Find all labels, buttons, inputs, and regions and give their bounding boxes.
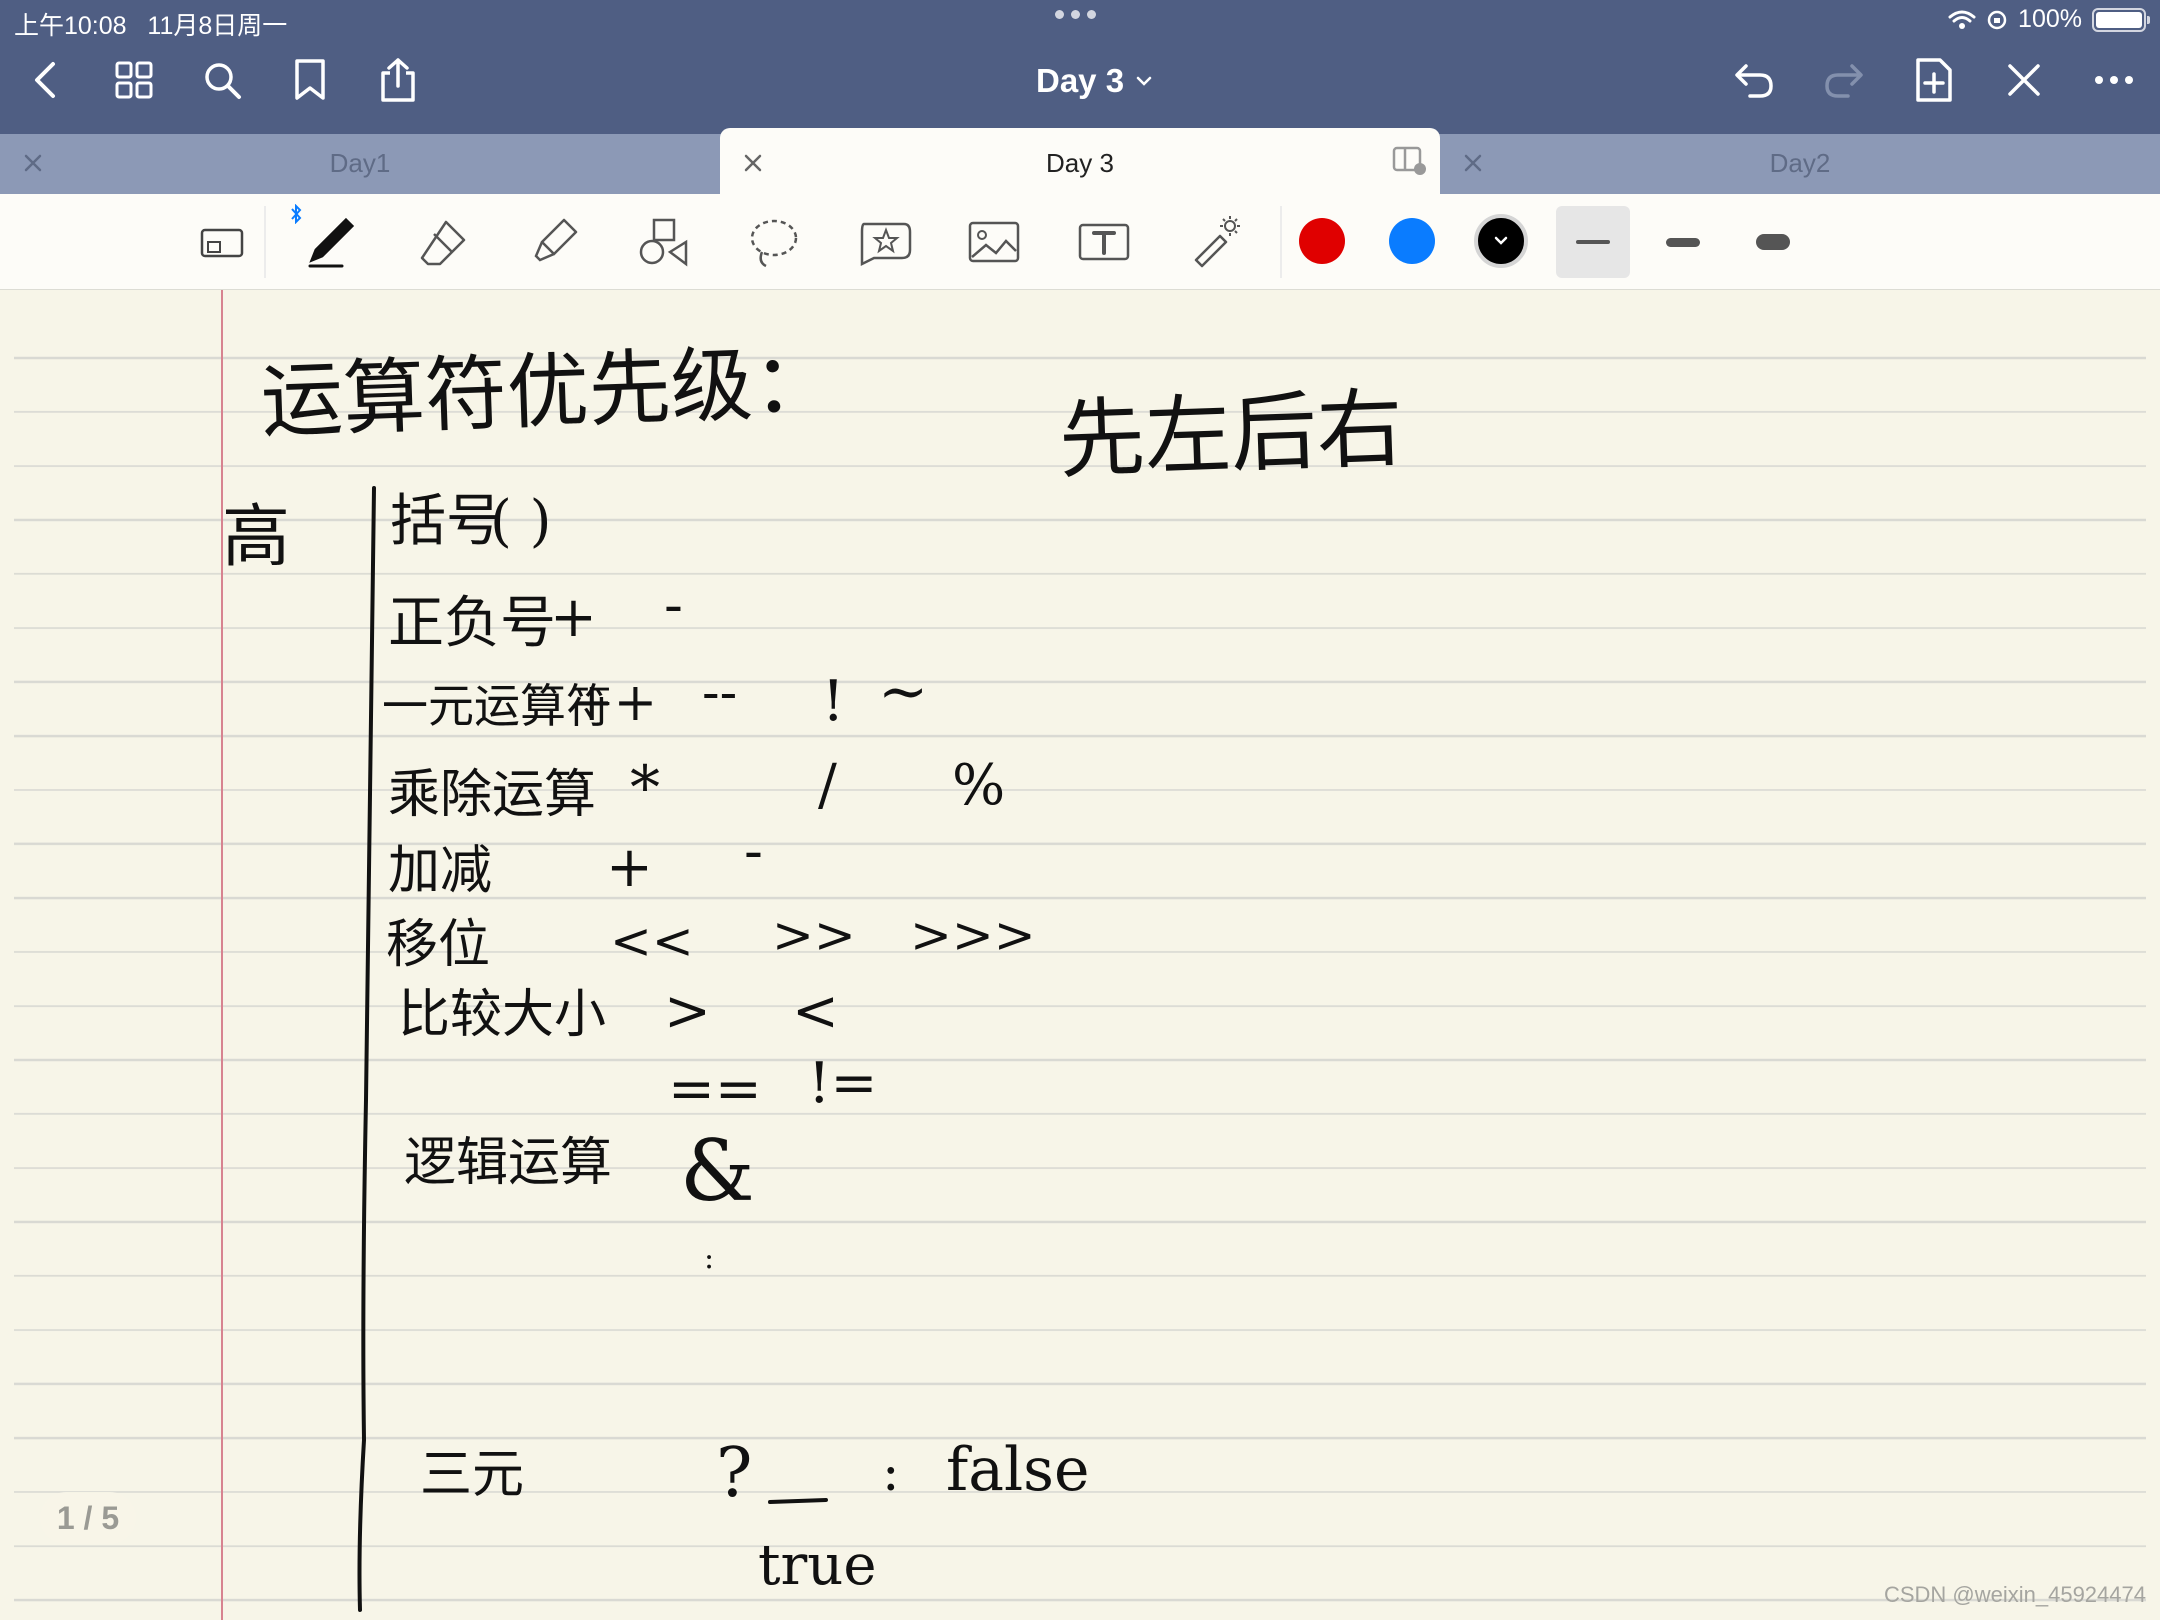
status-time-text: 上午10:08 [14,12,127,40]
text-box-icon [1078,223,1130,261]
tab-day2[interactable]: Day2 [1440,134,2160,194]
text-tool[interactable] [1072,210,1136,274]
status-right: 100% [1948,5,2150,34]
orientation-lock-icon [1987,10,2007,29]
bluetooth-icon [291,204,302,224]
document-title-menu[interactable]: Day 3 [1036,62,1152,100]
status-bar: 上午10:08 11月8日周一 100% [0,0,2160,40]
bookmark-icon [295,59,325,100]
eraser-tool[interactable] [412,210,476,274]
tab-label: Day 3 [1046,148,1114,178]
color-swatch-red[interactable] [1299,218,1345,264]
multitasking-dots[interactable] [1055,10,1096,19]
redo-icon [1825,64,1863,98]
undo-button[interactable] [1730,56,1778,104]
highlighter-tool[interactable] [522,210,586,274]
color-swatch-blue[interactable] [1389,218,1435,264]
document-title: Day 3 [1036,62,1125,99]
highlighter-icon [534,218,578,262]
tool-ribbon [0,194,2160,290]
thumbnails-button[interactable] [110,56,158,104]
nav-left-group [22,56,422,104]
watermark: CSDN @weixin_45924474 [1883,1582,2146,1607]
undo-icon [1735,64,1773,98]
search-icon [205,63,241,99]
tab-day3[interactable]: Day 3 [720,128,1440,194]
top-navigation-bar: 上午10:08 11月8日周一 100% Day 3 [0,0,2160,134]
nav-right-group [1730,56,2138,104]
add-page-button[interactable] [1910,56,1958,104]
status-date-text: 11月8日周一 [147,12,288,40]
shapes-icon [639,218,688,267]
share-button[interactable] [374,56,422,104]
shapes-tool[interactable] [632,210,696,274]
share-icon [381,58,415,102]
toolbar-divider [1280,206,1282,278]
lasso-tool[interactable] [742,210,806,274]
stroke-width-thin[interactable] [1556,206,1630,278]
chevron-down-icon [1136,76,1152,86]
bookmark-button[interactable] [286,56,334,104]
redo-button[interactable] [1820,56,1868,104]
pen-mode-button[interactable] [2000,56,2048,104]
chevron-left-icon [35,62,55,98]
sticker-icon [860,222,912,267]
pen-icon [308,217,355,268]
toolbar-divider [264,206,266,278]
wifi-icon [1948,10,1976,29]
document-tabs: Day1 Day 3 Day2 [0,128,2160,194]
add-page-icon [1916,58,1952,102]
tab-day1[interactable]: Day1 [0,134,720,194]
page-margin-line [221,290,223,1620]
sticker-tool[interactable] [852,210,916,274]
tab-label: Day1 [329,148,391,178]
read-only-toggle[interactable] [190,210,254,274]
pencil-cross-icon [2008,64,2040,96]
more-icon [2095,76,2133,84]
back-button[interactable] [22,56,70,104]
pen-tool[interactable] [291,204,362,274]
eraser-icon [420,220,466,266]
grid-icon [115,61,153,99]
image-icon [968,221,1020,263]
image-tool[interactable] [962,210,1026,274]
lasso-icon [750,219,798,268]
laser-pointer-tool[interactable] [1182,210,1246,274]
tab-label: Day2 [1769,148,1831,178]
laser-pointer-icon [1194,216,1240,268]
color-swatch-black[interactable] [1474,214,1528,268]
page-indicator[interactable]: 1 / 5 [40,1492,136,1544]
battery-percent: 100% [2018,5,2082,33]
more-button[interactable] [2090,56,2138,104]
battery-icon [2092,7,2150,32]
stroke-width-thick[interactable] [1736,206,1810,278]
split-view-icon[interactable] [1392,146,1426,176]
search-button[interactable] [198,56,246,104]
chevron-down-icon [1494,236,1508,245]
read-mode-icon [200,228,244,258]
stroke-width-medium[interactable] [1646,206,1720,278]
status-time: 上午10:08 11月8日周一 [14,6,287,42]
note-page-canvas[interactable] [14,290,2146,1620]
